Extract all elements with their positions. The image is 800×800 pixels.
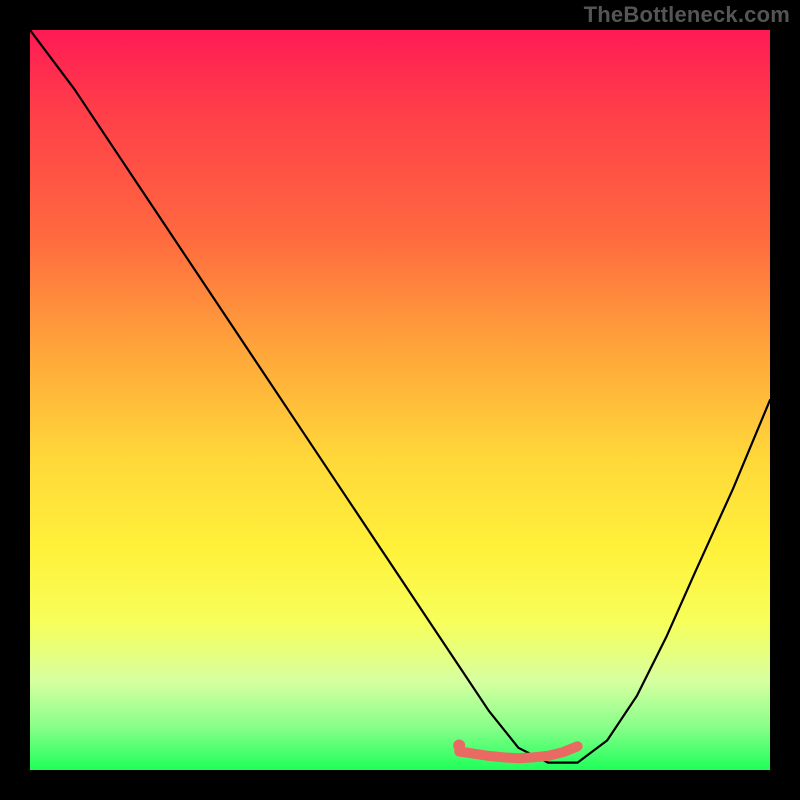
- watermark-text: TheBottleneck.com: [584, 2, 790, 28]
- optimal-range-dot: [453, 740, 465, 752]
- curve-layer: [30, 30, 770, 770]
- chart-frame: TheBottleneck.com: [0, 0, 800, 800]
- bottleneck-curve: [30, 30, 770, 763]
- plot-area: [30, 30, 770, 770]
